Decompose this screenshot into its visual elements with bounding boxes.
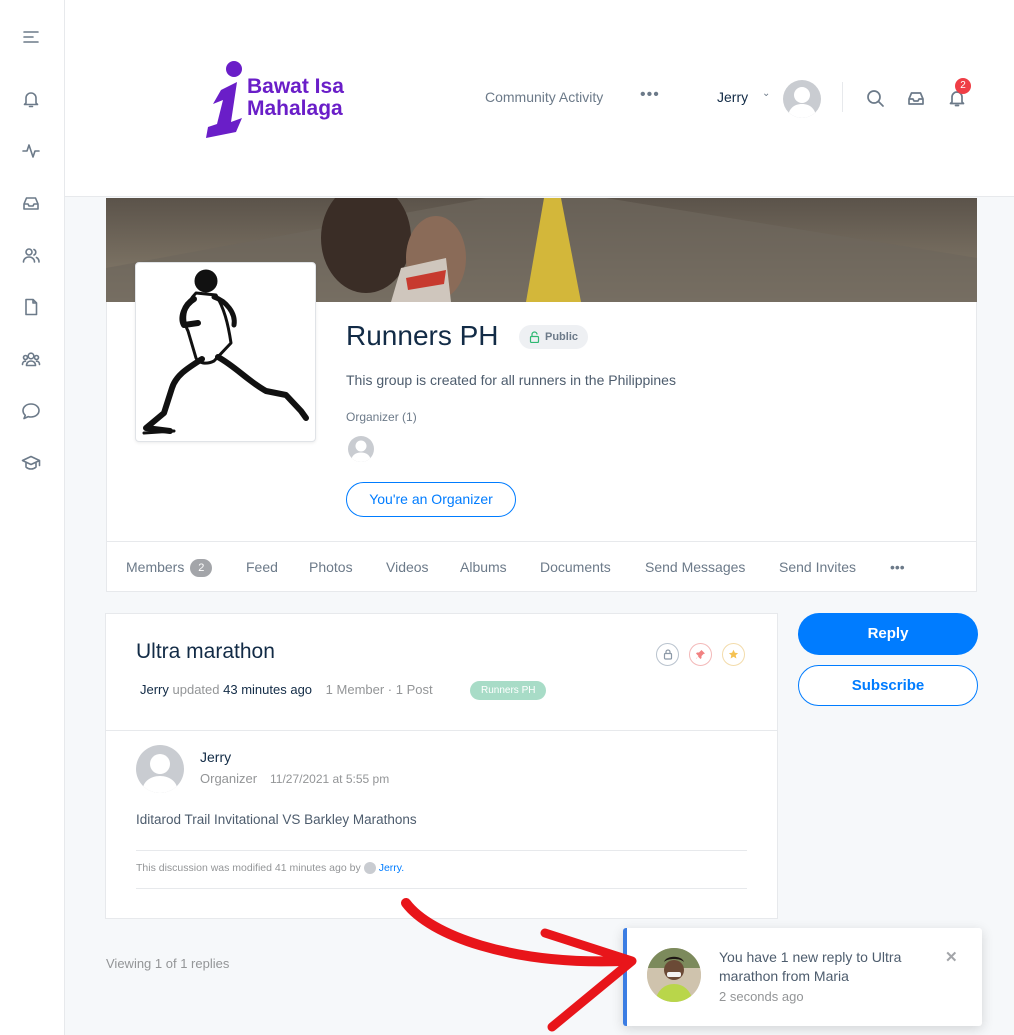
tab-feed[interactable]: Feed: [246, 559, 278, 575]
toast-message: You have 1 new reply to Ultra marathon f…: [719, 949, 902, 984]
group-title: Runners PH: [346, 320, 499, 351]
toast-time: 2 seconds ago: [719, 989, 804, 1004]
tab-albums[interactable]: Albums: [460, 559, 507, 575]
reply-author-role: Organizer: [200, 771, 258, 786]
discussion-stats: 1 Member · 1 Post: [325, 682, 433, 697]
search-icon[interactable]: [865, 88, 887, 110]
modified-by-avatar: [363, 862, 376, 874]
organizer-label: Organizer (1): [346, 410, 417, 424]
header-divider: [842, 82, 843, 112]
discussion-updated-label: updated: [172, 682, 220, 697]
visibility-label: Public: [545, 331, 579, 343]
discussion-meta: Jerry updated 43 minutes ago 1 Member · …: [140, 682, 433, 697]
tab-send-messages[interactable]: Send Messages: [645, 559, 745, 575]
reply-date[interactable]: 11/27/2021 at 5:55 pm: [270, 772, 389, 786]
left-sidebar: [0, 0, 65, 1035]
reply-author-avatar[interactable]: [136, 745, 184, 793]
discussion-title: Ultra marathon: [136, 640, 275, 663]
nav-community-activity[interactable]: Community Activity: [485, 89, 603, 105]
notification-count-badge: 2: [955, 78, 971, 94]
menu-toggle-icon[interactable]: [20, 26, 42, 48]
forums-icon[interactable]: [20, 400, 42, 422]
tabs-more-button[interactable]: •••: [890, 559, 905, 575]
notification-toast[interactable]: You have 1 new reply to Ultra marathon f…: [623, 928, 982, 1026]
modified-by-link[interactable]: Jerry.: [379, 862, 404, 874]
tab-members[interactable]: Members 2: [126, 559, 213, 578]
inbox-icon[interactable]: [20, 192, 42, 214]
chevron-down-icon[interactable]: ⌄: [762, 88, 770, 99]
toast-sender-avatar: [647, 948, 701, 1002]
site-header: Bawat Isa Mahalaga Community Activity ••…: [65, 0, 1014, 197]
document-icon[interactable]: [20, 296, 42, 318]
tab-members-label: Members: [126, 559, 185, 575]
discussion-time-ago: 43 minutes ago: [223, 682, 313, 697]
nav-more-button[interactable]: •••: [640, 86, 660, 104]
courses-icon[interactable]: [20, 452, 42, 474]
logo-text: Bawat Isa Mahalaga: [247, 76, 344, 120]
user-menu-name[interactable]: Jerry: [717, 89, 748, 105]
group-avatar-image: [135, 262, 316, 442]
pagination-info: Viewing 1 of 1 replies: [106, 956, 230, 971]
user-avatar[interactable]: [783, 80, 821, 118]
pin-icon[interactable]: [689, 643, 712, 666]
logo-line-1: Bawat Isa: [247, 75, 344, 98]
discussion-divider: [106, 730, 777, 731]
modified-text: This discussion was modified 41 minutes …: [136, 862, 361, 874]
unlock-icon: [529, 331, 540, 343]
lock-icon[interactable]: [656, 643, 679, 666]
visibility-badge: Public: [519, 325, 589, 349]
modified-note: This discussion was modified 41 minutes …: [136, 862, 404, 874]
members-count-badge: 2: [190, 559, 213, 578]
runner-illustration: [142, 269, 309, 435]
members-icon[interactable]: [20, 244, 42, 266]
tab-send-invites[interactable]: Send Invites: [779, 559, 856, 575]
logo-line-2: Mahalaga: [247, 97, 343, 120]
toast-close-icon[interactable]: ✕: [945, 948, 958, 966]
organizer-avatar[interactable]: [348, 436, 374, 462]
logo-i-icon: [206, 61, 242, 138]
star-icon[interactable]: [722, 643, 745, 666]
discussion-author[interactable]: Jerry: [140, 682, 169, 697]
activity-icon[interactable]: [20, 140, 42, 162]
group-description: This group is created for all runners in…: [346, 372, 676, 388]
modified-divider-top: [136, 850, 747, 851]
reply-button[interactable]: Reply: [798, 613, 978, 655]
bell-icon[interactable]: [20, 88, 42, 110]
tab-photos[interactable]: Photos: [309, 559, 353, 575]
modified-divider-bottom: [136, 888, 747, 889]
tabs-divider: [106, 541, 977, 542]
site-logo[interactable]: Bawat Isa Mahalaga: [203, 60, 363, 140]
subscribe-button[interactable]: Subscribe: [798, 665, 978, 706]
group-tag-badge[interactable]: Runners PH: [470, 681, 547, 700]
messages-inbox-icon[interactable]: [906, 88, 928, 110]
groups-icon[interactable]: [20, 348, 42, 370]
reply-body: Iditarod Trail Invitational VS Barkley M…: [136, 812, 417, 827]
tab-videos[interactable]: Videos: [386, 559, 429, 575]
tab-documents[interactable]: Documents: [540, 559, 611, 575]
organizer-status-button[interactable]: You're an Organizer: [346, 482, 516, 517]
reply-author-name[interactable]: Jerry: [200, 749, 231, 765]
